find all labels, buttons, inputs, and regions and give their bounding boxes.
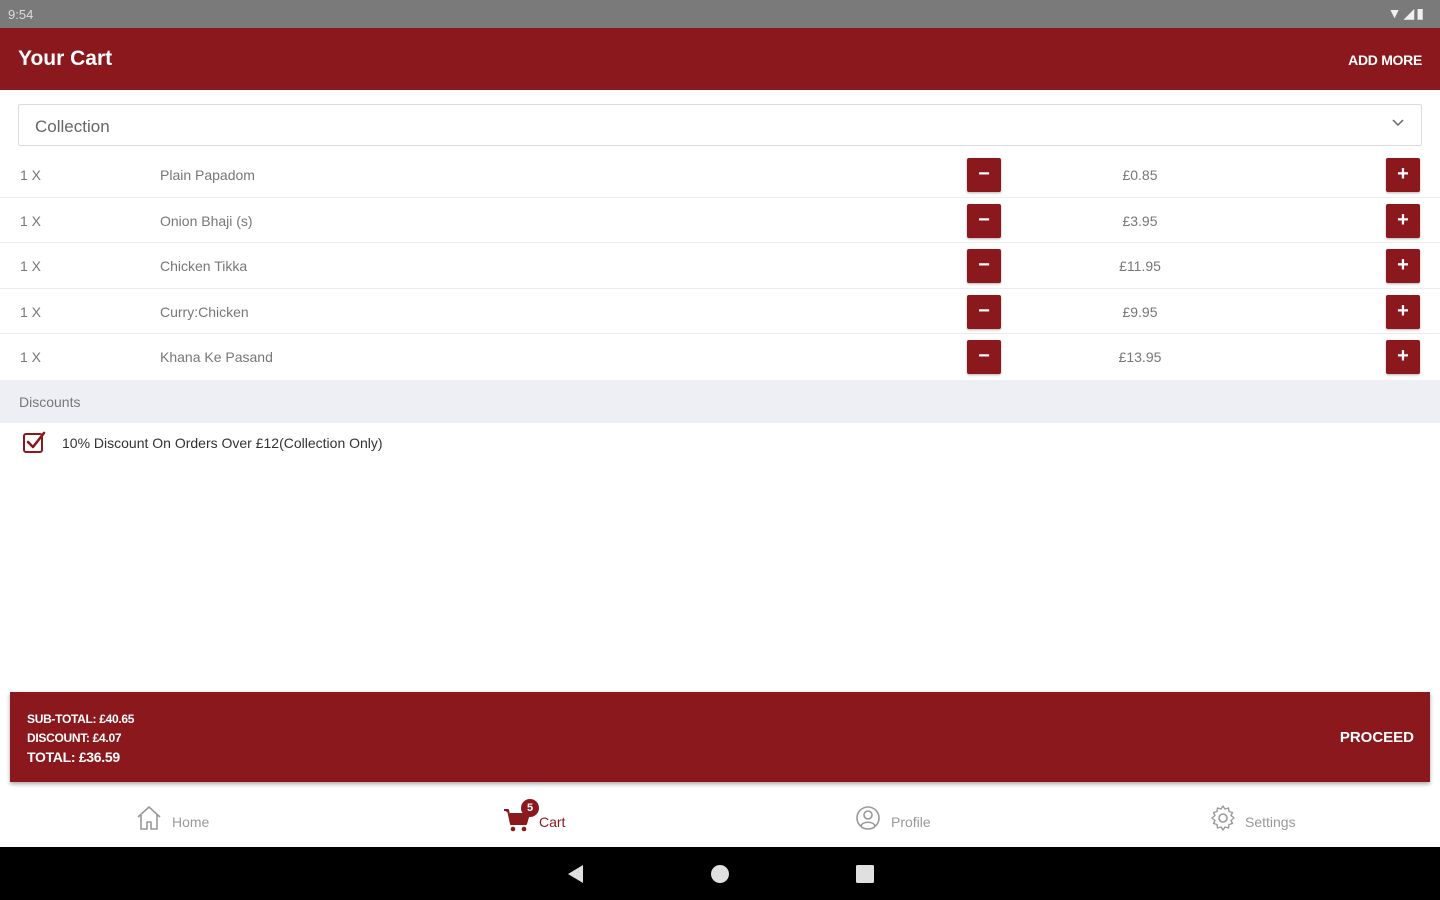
status-bar: 9:54 ▼◢▮ [0, 0, 1440, 28]
item-name: Curry:Chicken [160, 303, 249, 320]
system-navigation-bar [0, 847, 1440, 900]
item-price: £11.95 [1119, 258, 1161, 274]
page-title: Your Cart [18, 47, 113, 70]
item-price: £0.85 [1122, 167, 1158, 183]
item-name: Khana Ke Pasand [160, 349, 273, 365]
cart-item-row: 1 X Onion Bhaji (s) − £3.95 + [0, 198, 1440, 243]
decrease-quantity-button[interactable]: − [967, 294, 1001, 329]
gear-icon [1211, 805, 1235, 831]
cart-item-row: 1 X Plain Papadom − £0.85 + [0, 152, 1440, 198]
order-type-select[interactable]: Collection [18, 104, 1422, 146]
item-name: Onion Bhaji (s) [160, 212, 253, 229]
checkbox-checked-icon[interactable] [22, 430, 46, 454]
cart-item-row: 1 X Curry:Chicken − £9.95 + [0, 289, 1440, 334]
nav-home-label: Home [172, 814, 210, 830]
cart-items-list: 1 X Plain Papadom − £0.85 + 1 X Onion Bh… [0, 152, 1440, 380]
add-more-button[interactable]: ADD MORE [1348, 52, 1422, 68]
order-totals: SUB-TOTAL: £40.65 DISCOUNT: £4.07 TOTAL:… [27, 710, 134, 767]
increase-quantity-button[interactable]: + [1386, 203, 1420, 238]
item-name: Chicken Tikka [160, 258, 248, 274]
item-price: £9.95 [1122, 303, 1158, 320]
increase-quantity-button[interactable]: + [1386, 249, 1420, 283]
back-icon[interactable] [566, 864, 586, 884]
item-price: £13.95 [1118, 349, 1162, 365]
subtotal-text: SUB-TOTAL: £40.65 [27, 712, 135, 726]
chevron-down-icon [1392, 119, 1404, 127]
home-icon [137, 806, 161, 830]
cart-count-badge: 5 [521, 799, 539, 817]
proceed-button[interactable]: PROCEED [1340, 729, 1414, 746]
discounts-header: Discounts [0, 380, 1440, 423]
nav-settings-label: Settings [1245, 814, 1296, 830]
increase-quantity-button[interactable]: + [1386, 158, 1420, 192]
recents-square-icon[interactable] [855, 864, 875, 884]
decrease-quantity-button[interactable]: − [967, 249, 1001, 283]
status-time: 9:54 [8, 7, 34, 22]
nav-profile-label: Profile [891, 814, 931, 830]
item-name: Plain Papadom [160, 167, 255, 183]
item-quantity: 1 X [20, 167, 42, 183]
nav-cart-label: Cart [539, 814, 566, 830]
discount-text: DISCOUNT: £4.07 [27, 731, 122, 745]
decrease-quantity-button[interactable]: − [967, 340, 1001, 374]
profile-icon [856, 806, 880, 830]
item-quantity: 1 X [20, 258, 42, 274]
item-price: £3.95 [1122, 212, 1158, 229]
cart-item-row: 1 X Chicken Tikka − £11.95 + [0, 243, 1440, 289]
order-type-value: Collection [35, 117, 110, 136]
home-circle-icon[interactable] [710, 864, 730, 884]
discount-label: 10% Discount On Orders Over £12(Collecti… [62, 435, 383, 451]
cart-item-row: 1 X Khana Ke Pasand − £13.95 + [0, 334, 1440, 380]
item-quantity: 1 X [20, 349, 42, 365]
decrease-quantity-button[interactable]: − [967, 203, 1001, 238]
decrease-quantity-button[interactable]: − [967, 158, 1001, 192]
total-text: TOTAL: £36.59 [27, 749, 120, 765]
order-summary-bar: SUB-TOTAL: £40.65 DISCOUNT: £4.07 TOTAL:… [10, 692, 1430, 782]
item-quantity: 1 X [20, 212, 42, 229]
status-icons: ▼◢▮ [1387, 5, 1426, 21]
increase-quantity-button[interactable]: + [1386, 294, 1420, 329]
increase-quantity-button[interactable]: + [1386, 340, 1420, 374]
app-bar: Your Cart ADD MORE [0, 28, 1440, 90]
item-quantity: 1 X [20, 303, 42, 320]
discounts-header-label: Discounts [19, 394, 81, 410]
bottom-navigation: Home 5 Cart Profile Settings [0, 790, 1440, 847]
